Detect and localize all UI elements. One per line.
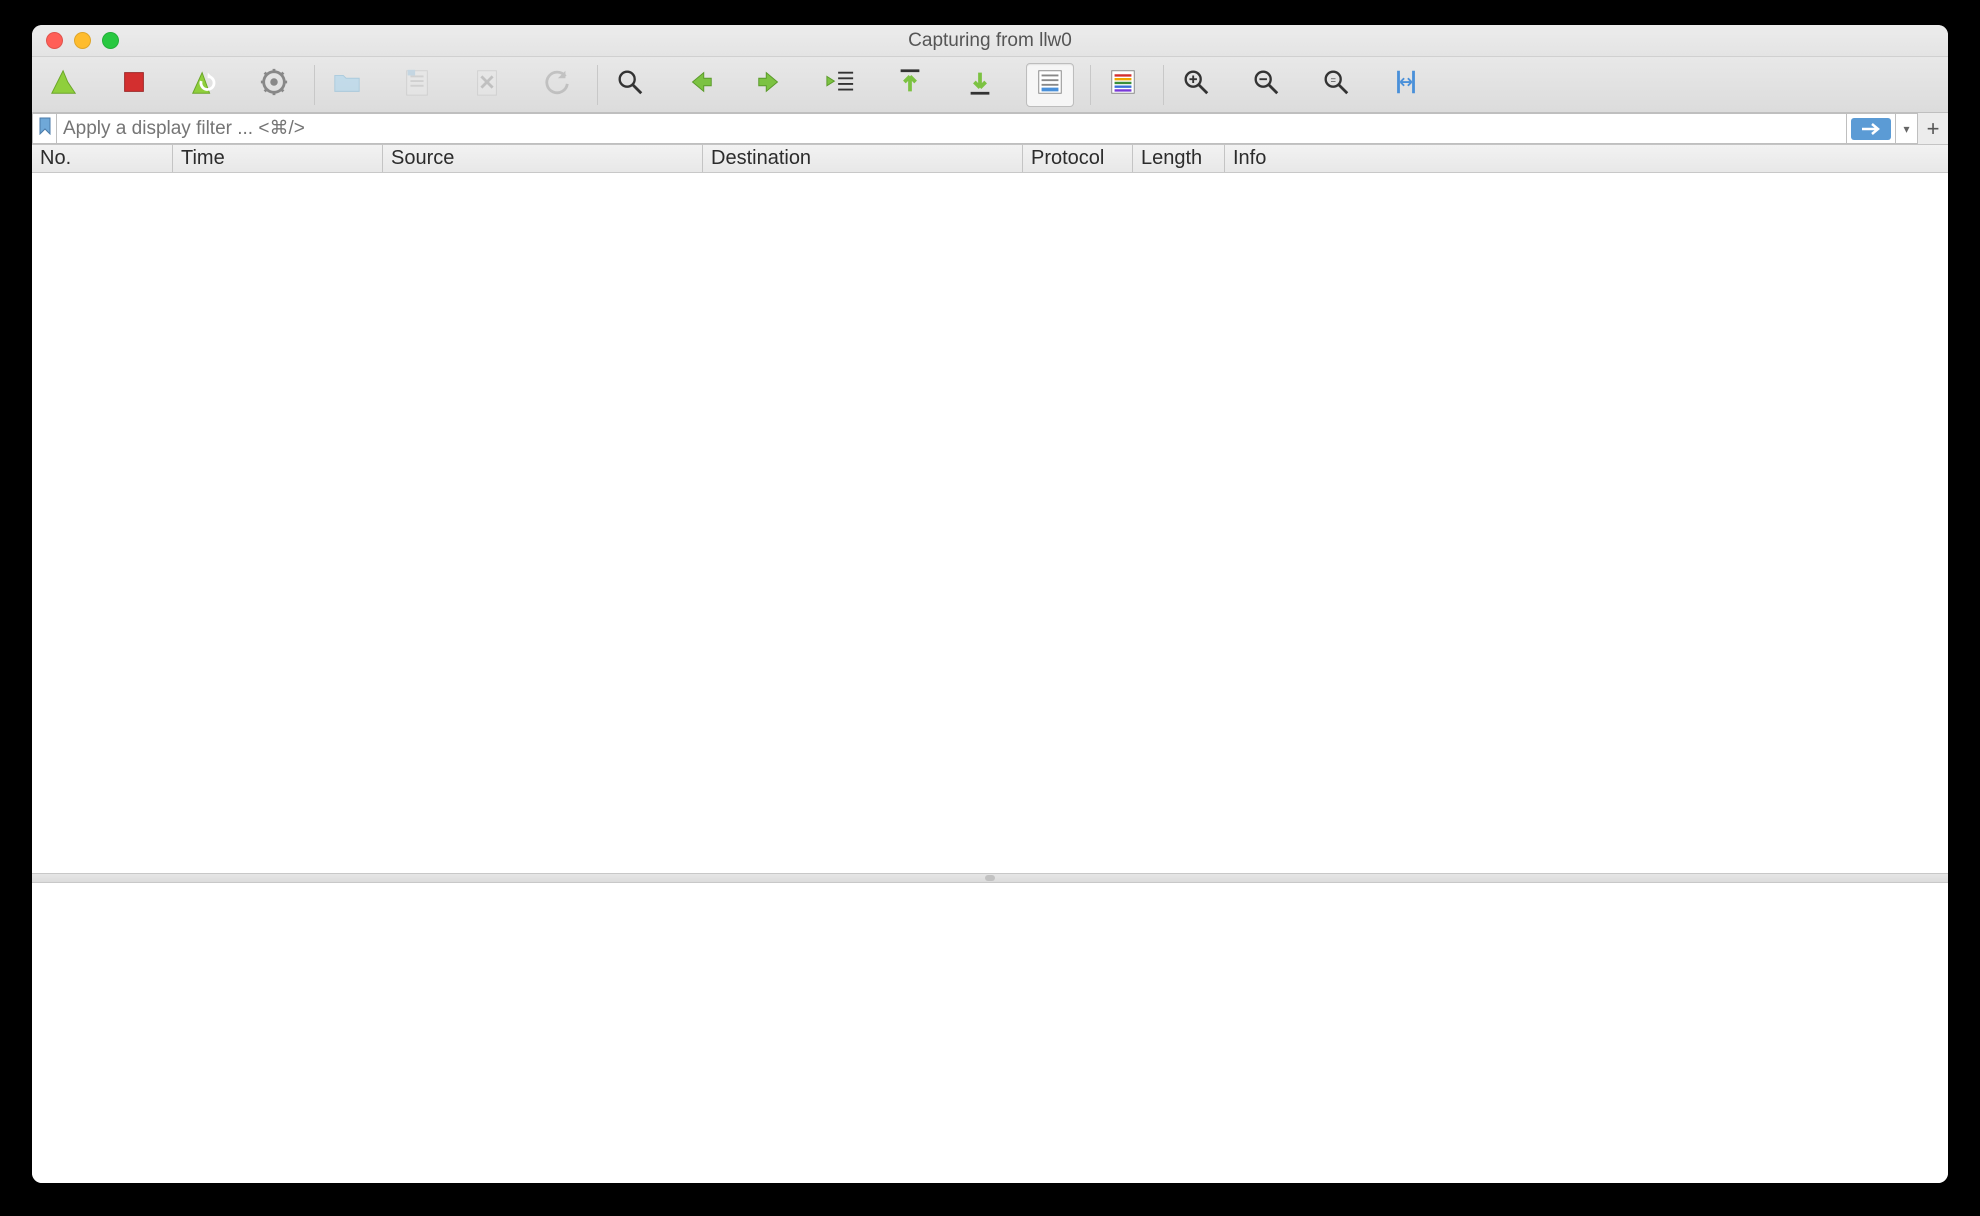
splitter-grip-icon (985, 875, 995, 881)
restart-capture-button[interactable] (180, 63, 228, 107)
bookmark-icon (38, 117, 52, 140)
go-forward-button[interactable] (746, 63, 794, 107)
toolbar-separator (314, 65, 315, 105)
auto-scroll-icon (1035, 67, 1065, 102)
packet-bytes-pane[interactable] (32, 883, 1948, 1183)
reload-button[interactable] (533, 63, 581, 107)
window-controls (32, 32, 119, 49)
zoom-in-icon (1181, 67, 1211, 102)
column-header-protocol[interactable]: Protocol (1022, 145, 1132, 172)
reload-icon (542, 67, 572, 102)
pane-splitter[interactable] (32, 873, 1948, 883)
first-packet-button[interactable] (886, 63, 934, 107)
find-icon (615, 67, 645, 102)
column-header-no[interactable]: No. (32, 145, 172, 172)
first-packet-icon (895, 67, 925, 102)
filter-bookmark-button[interactable] (32, 113, 56, 144)
close-file-button[interactable] (463, 63, 511, 107)
colorize-icon (1108, 67, 1138, 102)
restart-capture-icon (189, 67, 219, 102)
filter-apply-button[interactable] (1846, 113, 1896, 144)
app-window: Capturing from llw0 (32, 25, 1948, 1183)
zoom-window-button[interactable] (102, 32, 119, 49)
svg-text:=: = (1330, 75, 1335, 85)
shark-fin-start-icon (49, 67, 79, 102)
capture-options-icon (259, 67, 289, 102)
column-header-length[interactable]: Length (1132, 145, 1224, 172)
packet-list-headers: No. Time Source Destination Protocol Len… (32, 145, 1948, 173)
column-header-destination[interactable]: Destination (702, 145, 1022, 172)
close-window-button[interactable] (46, 32, 63, 49)
minimize-window-button[interactable] (74, 32, 91, 49)
last-packet-icon (965, 67, 995, 102)
last-packet-button[interactable] (956, 63, 1004, 107)
find-button[interactable] (606, 63, 654, 107)
column-header-time[interactable]: Time (172, 145, 382, 172)
zoom-reset-icon: = (1321, 67, 1351, 102)
packet-list-pane[interactable] (32, 173, 1948, 873)
column-header-source[interactable]: Source (382, 145, 702, 172)
zoom-out-button[interactable] (1242, 63, 1290, 107)
filter-history-dropdown[interactable]: ▾ (1896, 113, 1918, 144)
goto-packet-icon (825, 67, 855, 102)
save-file-icon (402, 67, 432, 102)
goto-packet-button[interactable] (816, 63, 864, 107)
close-file-icon (472, 67, 502, 102)
back-icon (685, 67, 715, 102)
toolbar-separator (1090, 65, 1091, 105)
toolbar-separator (597, 65, 598, 105)
open-file-icon (332, 67, 362, 102)
forward-icon (755, 67, 785, 102)
stop-capture-button[interactable] (110, 63, 158, 107)
colorize-button[interactable] (1099, 63, 1147, 107)
column-header-info[interactable]: Info (1224, 145, 1948, 172)
titlebar: Capturing from llw0 (32, 25, 1948, 57)
window-title: Capturing from llw0 (32, 30, 1948, 52)
save-file-button[interactable] (393, 63, 441, 107)
apply-arrow-icon (1851, 118, 1891, 140)
resize-columns-icon (1391, 67, 1421, 102)
toolbar-separator (1163, 65, 1164, 105)
resize-columns-button[interactable] (1382, 63, 1430, 107)
auto-scroll-button[interactable] (1026, 63, 1074, 107)
capture-options-button[interactable] (250, 63, 298, 107)
start-capture-button[interactable] (40, 63, 88, 107)
add-filter-button[interactable]: + (1918, 113, 1948, 144)
main-toolbar: = (32, 57, 1948, 113)
zoom-out-icon (1251, 67, 1281, 102)
open-file-button[interactable] (323, 63, 371, 107)
zoom-in-button[interactable] (1172, 63, 1220, 107)
display-filter-bar: ▾ + (32, 113, 1948, 145)
stop-capture-icon (119, 67, 149, 102)
chevron-down-icon: ▾ (1903, 122, 1909, 136)
plus-icon: + (1927, 116, 1940, 142)
go-back-button[interactable] (676, 63, 724, 107)
zoom-reset-button[interactable]: = (1312, 63, 1360, 107)
display-filter-input[interactable] (56, 113, 1846, 144)
